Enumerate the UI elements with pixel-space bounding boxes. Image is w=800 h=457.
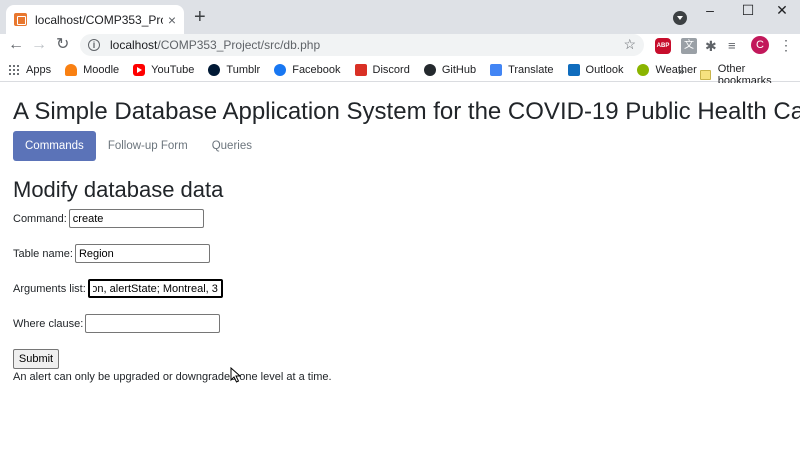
arguments-label: Arguments list: — [13, 282, 86, 295]
bookmark-translate[interactable]: Translate — [490, 63, 554, 76]
alert-note: An alert can only be upgraded or downgra… — [13, 371, 332, 383]
reload-icon[interactable]: ↻ — [56, 36, 69, 54]
command-input[interactable] — [68, 209, 204, 228]
nav-tab-follow-up-form[interactable]: Follow-up Form — [96, 131, 200, 161]
outlook-icon — [567, 63, 580, 76]
close-window-button[interactable]: ✕ — [767, 2, 797, 19]
tab-title: localhost/COMP353_Project/src/db.php — [35, 12, 163, 27]
section-title: Modify database data — [13, 177, 224, 202]
close-tab-icon[interactable]: × — [168, 13, 176, 27]
youtube-icon — [133, 63, 146, 76]
profile-avatar[interactable]: C — [751, 36, 769, 54]
bookmark-outlook[interactable]: Outlook — [567, 63, 623, 76]
new-tab-button[interactable]: + — [194, 7, 206, 27]
bookmark-weather[interactable]: Weather — [637, 63, 697, 76]
tab-search-icon[interactable] — [673, 11, 687, 25]
bookmark-github[interactable]: GitHub — [423, 63, 476, 76]
bookmark-tumblr[interactable]: Tumblr — [208, 63, 260, 76]
url-text[interactable]: localhost/COMP353_Project/src/db.php — [110, 38, 320, 52]
moodle-icon — [65, 63, 78, 76]
browser-toolbar: ← → ↻ i localhost/COMP353_Project/src/db… — [0, 34, 800, 57]
apps-icon — [8, 63, 20, 76]
submit-button[interactable]: Submit — [13, 349, 59, 369]
folder-icon — [700, 70, 711, 80]
site-favicon-icon — [14, 13, 27, 26]
bookmark-star-icon[interactable]: ☆ — [623, 36, 636, 53]
site-info-icon[interactable]: i — [88, 39, 100, 51]
arguments-row: Arguments list: — [13, 279, 223, 298]
table-name-input[interactable] — [74, 244, 210, 263]
page-nav: Commands Follow-up Form Queries — [13, 131, 264, 161]
github-icon — [423, 63, 436, 76]
back-arrow-icon[interactable]: ← — [8, 36, 24, 54]
minimize-button[interactable]: – — [695, 2, 725, 18]
where-clause-row: Where clause: — [13, 314, 221, 333]
bookmark-apps[interactable]: Apps — [8, 63, 51, 76]
bookmark-discord[interactable]: Discord — [354, 63, 410, 76]
nav-tab-commands[interactable]: Commands — [13, 131, 96, 161]
bookmark-moodle[interactable]: Moodle — [65, 63, 119, 76]
maximize-button[interactable]: ☐ — [733, 2, 763, 19]
page-content: A Simple Database Application System for… — [0, 83, 800, 457]
page-title: A Simple Database Application System for… — [13, 98, 800, 125]
menu-dots-icon[interactable]: ⋮ — [779, 37, 793, 53]
nav-tab-queries[interactable]: Queries — [200, 131, 264, 161]
mouse-cursor-icon — [230, 367, 242, 383]
bookmarks-overflow-button[interactable]: » — [678, 64, 685, 78]
table-name-label: Table name: — [13, 247, 73, 260]
command-row: Command: — [13, 209, 204, 228]
browser-tab[interactable]: localhost/COMP353_Project/src/db.php × — [6, 5, 184, 34]
tab-strip: localhost/COMP353_Project/src/db.php × +… — [0, 0, 800, 34]
discord-icon — [354, 63, 367, 76]
extensions-puzzle-icon[interactable]: ✱ — [705, 38, 721, 54]
command-label: Command: — [13, 212, 67, 225]
bookmark-facebook[interactable]: Facebook — [274, 63, 341, 76]
adblock-extension-icon[interactable]: ABP — [655, 38, 671, 54]
where-clause-label: Where clause: — [13, 317, 84, 330]
bookmark-youtube[interactable]: YouTube — [133, 63, 194, 76]
table-name-row: Table name: — [13, 244, 210, 263]
extension-icon[interactable]: 文 — [681, 38, 697, 54]
translate-icon — [490, 63, 503, 76]
weather-icon — [637, 63, 650, 76]
forward-arrow-icon[interactable]: → — [31, 36, 47, 54]
reading-list-icon[interactable]: ≡ — [728, 38, 744, 54]
facebook-icon — [274, 63, 287, 76]
arguments-input[interactable] — [87, 279, 223, 298]
address-bar[interactable]: i localhost/COMP353_Project/src/db.php ☆ — [80, 34, 644, 56]
tumblr-icon — [208, 63, 221, 76]
where-clause-input[interactable] — [85, 314, 221, 333]
